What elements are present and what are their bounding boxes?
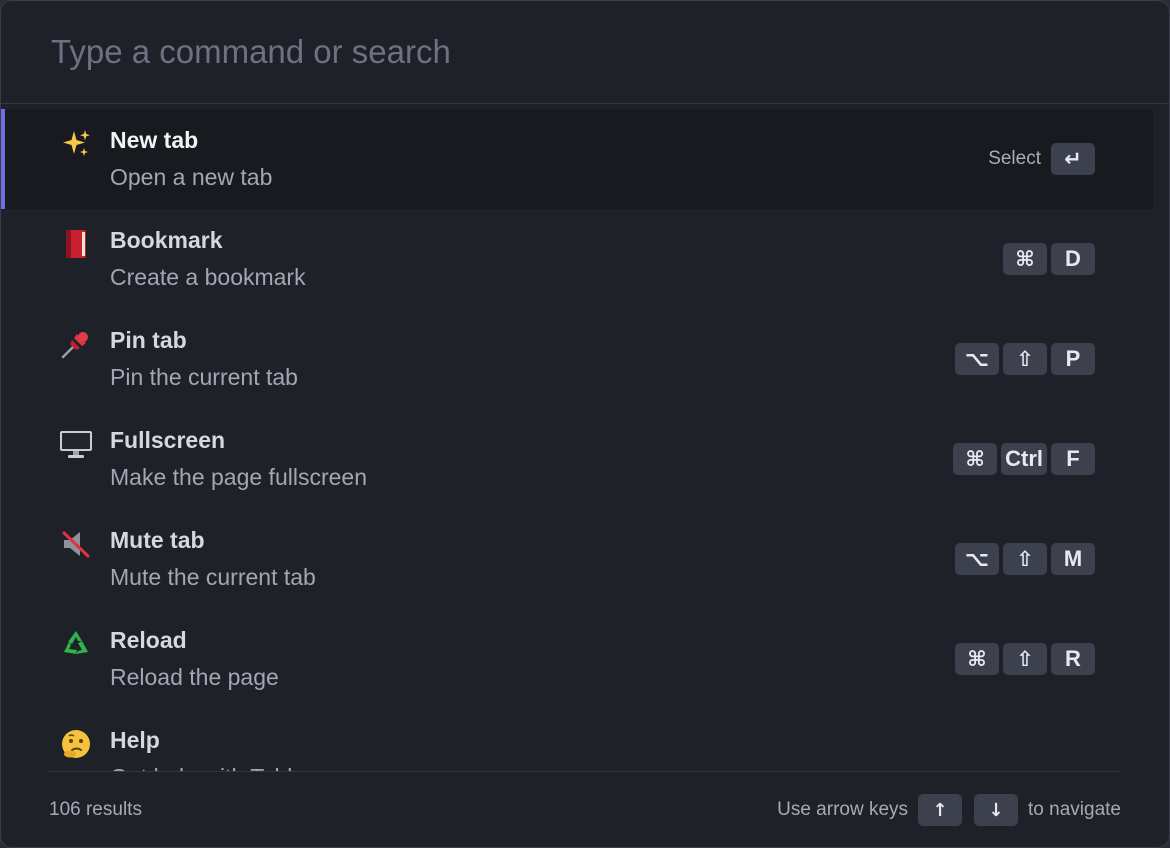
navigation-hint: Use arrow keys ↑ ↓ to navigate bbox=[777, 794, 1121, 826]
pushpin-icon bbox=[59, 327, 93, 361]
command-title: Reload bbox=[110, 627, 187, 653]
command-text: Mute tab Mute the current tab bbox=[110, 526, 316, 591]
select-label: Select bbox=[988, 148, 1041, 169]
command-shortcut: ⌥ ⇧ P bbox=[955, 343, 1095, 375]
shift-key: ⇧ bbox=[1003, 343, 1047, 375]
command-item-fullscreen[interactable]: Fullscreen Make the page fullscreen ⌘ Ct… bbox=[1, 409, 1153, 509]
command-key: ⌘ bbox=[1003, 243, 1047, 275]
command-description: Reload the page bbox=[110, 664, 279, 690]
sparkles-icon bbox=[59, 127, 93, 161]
command-shortcut: ⌘ Ctrl F bbox=[953, 443, 1095, 475]
command-title: Bookmark bbox=[110, 227, 223, 253]
command-description: Create a bookmark bbox=[110, 264, 306, 290]
recycle-icon bbox=[59, 627, 93, 661]
command-title: Help bbox=[110, 727, 160, 753]
command-shortcut: ⌘ D bbox=[1003, 243, 1095, 275]
results-count: 106 results bbox=[49, 799, 142, 820]
arrow-up-key: ↑ bbox=[918, 794, 963, 826]
palette-footer: 106 results Use arrow keys ↑ ↓ to naviga… bbox=[49, 771, 1121, 847]
letter-key: P bbox=[1051, 343, 1095, 375]
command-text: Reload Reload the page bbox=[110, 626, 279, 691]
enter-key: ↵ bbox=[1051, 143, 1095, 175]
command-list: New tab Open a new tab Select ↵ Bookmark… bbox=[1, 109, 1153, 771]
letter-key: M bbox=[1051, 543, 1095, 575]
command-description: Open a new tab bbox=[110, 164, 273, 190]
command-text: New tab Open a new tab bbox=[110, 126, 272, 191]
letter-key: R bbox=[1051, 643, 1095, 675]
command-item-help[interactable]: Help Get help with Tabby bbox=[1, 709, 1153, 771]
book-icon bbox=[59, 227, 93, 261]
command-text: Pin tab Pin the current tab bbox=[110, 326, 298, 391]
command-description: Get help with Tabby bbox=[110, 763, 312, 771]
command-shortcut: ⌥ ⇧ M bbox=[955, 543, 1095, 575]
command-key: ⌘ bbox=[953, 443, 998, 475]
shift-key: ⇧ bbox=[1003, 643, 1047, 675]
command-description: Pin the current tab bbox=[110, 364, 298, 390]
hint-prefix: Use arrow keys bbox=[777, 799, 909, 820]
command-shortcut: ⌘ ⇧ R bbox=[955, 643, 1095, 675]
ctrl-key: Ctrl bbox=[1001, 443, 1047, 475]
letter-key: D bbox=[1051, 243, 1095, 275]
command-title: Mute tab bbox=[110, 527, 205, 553]
command-item-bookmark[interactable]: Bookmark Create a bookmark ⌘ D bbox=[1, 209, 1153, 309]
thinking-face-icon bbox=[59, 727, 93, 761]
command-item-mute-tab[interactable]: Mute tab Mute the current tab ⌥ ⇧ M bbox=[1, 509, 1153, 609]
shift-key: ⇧ bbox=[1003, 543, 1047, 575]
letter-key: F bbox=[1051, 443, 1095, 475]
command-shortcut: Select ↵ bbox=[988, 143, 1095, 175]
command-item-reload[interactable]: Reload Reload the page ⌘ ⇧ R bbox=[1, 609, 1153, 709]
command-title: Pin tab bbox=[110, 327, 187, 353]
muted-speaker-icon bbox=[59, 527, 93, 561]
command-text: Fullscreen Make the page fullscreen bbox=[110, 426, 367, 491]
command-item-pin-tab[interactable]: Pin tab Pin the current tab ⌥ ⇧ P bbox=[1, 309, 1153, 409]
search-bar bbox=[1, 1, 1169, 104]
command-key: ⌘ bbox=[955, 643, 999, 675]
desktop-computer-icon bbox=[59, 427, 93, 461]
command-title: Fullscreen bbox=[110, 427, 226, 453]
option-key: ⌥ bbox=[955, 543, 999, 575]
command-description: Mute the current tab bbox=[110, 564, 316, 590]
hint-suffix: to navigate bbox=[1028, 799, 1121, 820]
command-text: Help Get help with Tabby bbox=[110, 726, 312, 771]
command-description: Make the page fullscreen bbox=[110, 464, 367, 490]
command-item-new-tab[interactable]: New tab Open a new tab Select ↵ bbox=[1, 109, 1153, 209]
search-input[interactable] bbox=[49, 32, 1113, 72]
command-text: Bookmark Create a bookmark bbox=[110, 226, 306, 291]
option-key: ⌥ bbox=[955, 343, 999, 375]
command-title: New tab bbox=[110, 127, 199, 153]
command-palette: New tab Open a new tab Select ↵ Bookmark… bbox=[0, 0, 1170, 848]
arrow-down-key: ↓ bbox=[974, 794, 1019, 826]
